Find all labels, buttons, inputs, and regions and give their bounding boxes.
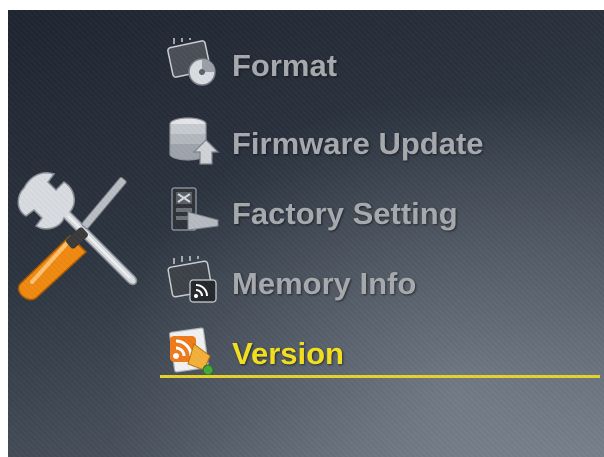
menu-item-firmware-update[interactable]: Firmware Update bbox=[160, 112, 600, 168]
menu-item-label: Memory Info bbox=[232, 266, 417, 301]
settings-screen: Format Firmware Update Factory Setting M… bbox=[8, 10, 604, 457]
menu-item-format[interactable]: Format bbox=[160, 34, 600, 90]
rss-document-icon bbox=[169, 327, 214, 376]
menu-item-memory-info[interactable]: Memory Info bbox=[160, 252, 600, 308]
database-upload-icon bbox=[169, 117, 220, 165]
menu-item-label: Factory Setting bbox=[232, 196, 458, 231]
menu-item-label: Version bbox=[232, 336, 344, 371]
menu-item-version[interactable]: Version bbox=[160, 322, 600, 378]
memory-chip-wifi-icon bbox=[167, 256, 217, 303]
menu-item-label: Format bbox=[232, 48, 338, 83]
wrench-screwdriver-icon bbox=[17, 172, 138, 301]
factory-reset-icon bbox=[171, 187, 219, 231]
menu-item-factory-setting[interactable]: Factory Setting bbox=[160, 182, 600, 238]
menu-item-label: Firmware Update bbox=[232, 126, 484, 161]
memory-chip-icon bbox=[167, 38, 216, 86]
selection-underline bbox=[160, 375, 600, 378]
